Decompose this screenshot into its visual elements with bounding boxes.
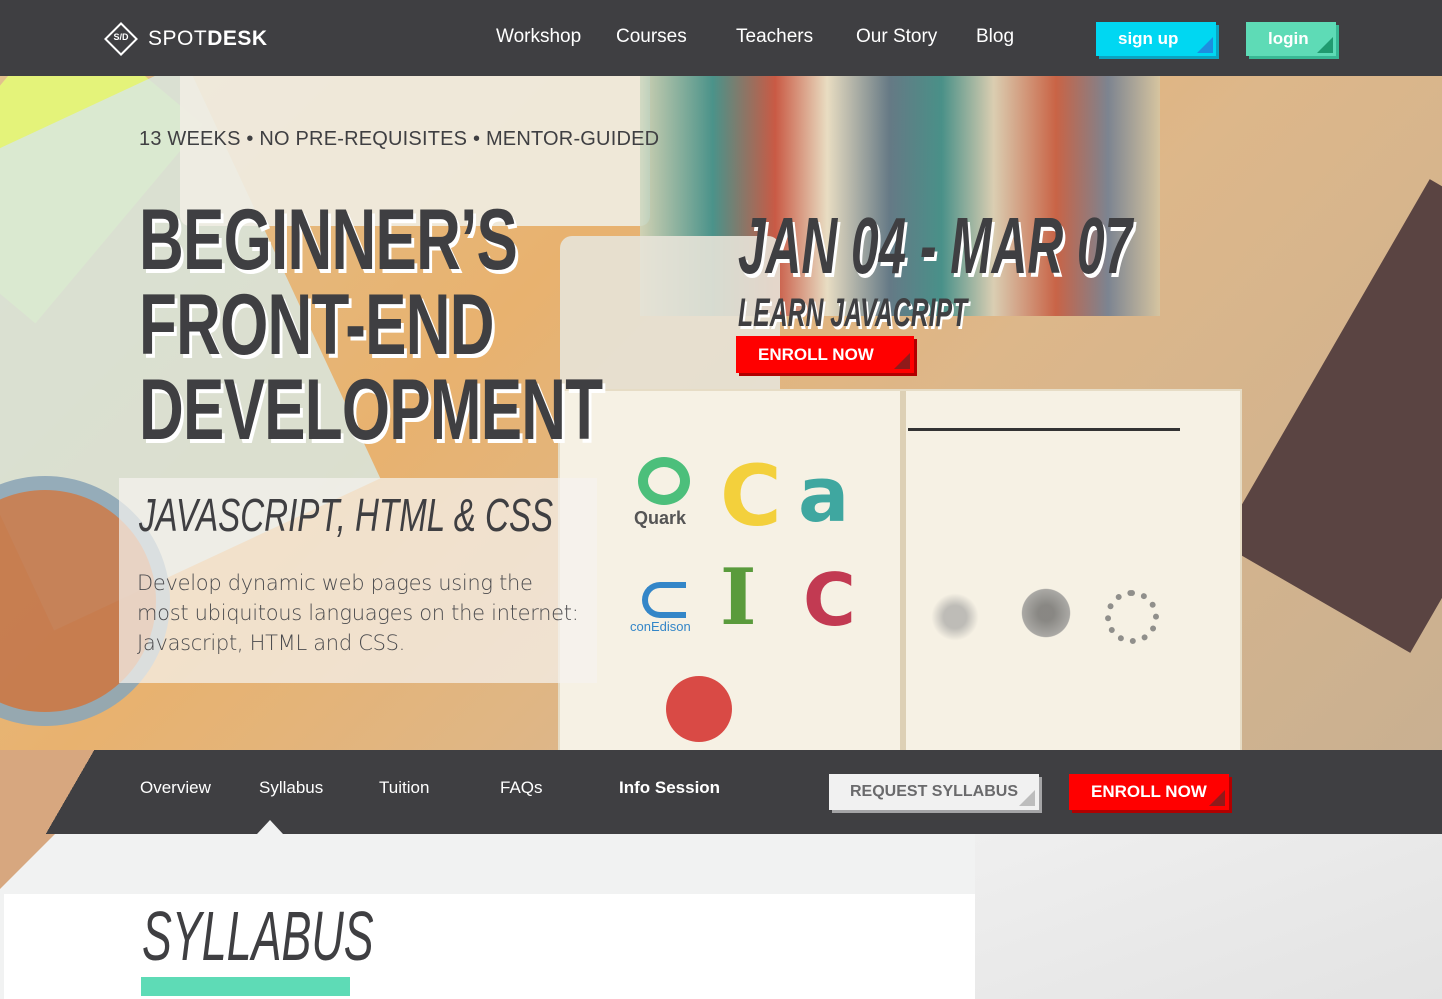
- conedison-logo-text: conEdison: [630, 619, 691, 634]
- sidebar-panel: [975, 834, 1442, 999]
- course-title: BEGINNER’S FRONT-END DEVELOPMENT: [139, 192, 603, 458]
- logo-mark-icon: S/D: [104, 22, 138, 56]
- c-logo-art: C: [720, 447, 782, 545]
- heading-underline: [141, 977, 350, 996]
- course-subtitle: JAVASCRIPT, HTML & CSS: [139, 489, 554, 541]
- conedison-logo-art: [642, 582, 686, 618]
- signup-button[interactable]: sign up: [1096, 22, 1216, 56]
- learn-tagline: LEARN JAVACRIPT: [738, 291, 968, 335]
- top-navbar: S/D SPOTDESK Workshop Courses Teachers O…: [0, 0, 1442, 76]
- tab-faqs[interactable]: FAQs: [500, 778, 543, 798]
- nav-link-blog[interactable]: Blog: [976, 26, 1014, 48]
- request-syllabus-button[interactable]: REQUEST SYLLABUS: [829, 774, 1039, 810]
- quark-logo-art: [638, 457, 690, 505]
- logo-text: SPOTDESK: [148, 27, 268, 50]
- course-dates: JAN 04 - MAR 07: [738, 201, 1133, 290]
- login-button[interactable]: login: [1246, 22, 1336, 56]
- a-logo-art: a: [798, 450, 850, 539]
- tab-info-session[interactable]: Info Session: [619, 778, 720, 798]
- enroll-now-button[interactable]: ENROLL NOW: [736, 336, 914, 373]
- nav-link-workshop[interactable]: Workshop: [496, 26, 581, 48]
- tab-tuition[interactable]: Tuition: [379, 778, 429, 798]
- active-tab-indicator: [257, 820, 283, 834]
- nav-link-our-story[interactable]: Our Story: [856, 26, 937, 48]
- course-meta: 13 WEEKS • NO PRE-REQUISITES • MENTOR-GU…: [139, 128, 660, 150]
- quark-logo-text: Quark: [634, 508, 687, 528]
- course-description: Develop dynamic web pages using the most…: [137, 571, 579, 655]
- brand-logo[interactable]: S/D SPOTDESK: [104, 22, 268, 56]
- tab-overview[interactable]: Overview: [140, 778, 211, 798]
- nav-link-teachers[interactable]: Teachers: [736, 26, 813, 48]
- tab-syllabus[interactable]: Syllabus: [259, 778, 323, 798]
- c2-logo-art: C: [803, 558, 856, 642]
- ic-logo-art: I: [720, 552, 757, 643]
- nav-link-courses[interactable]: Courses: [616, 26, 687, 48]
- enroll-now-subnav-button[interactable]: ENROLL NOW: [1069, 774, 1229, 810]
- lg-logo-art: [666, 676, 732, 742]
- section-heading: SYLLABUS: [142, 897, 374, 975]
